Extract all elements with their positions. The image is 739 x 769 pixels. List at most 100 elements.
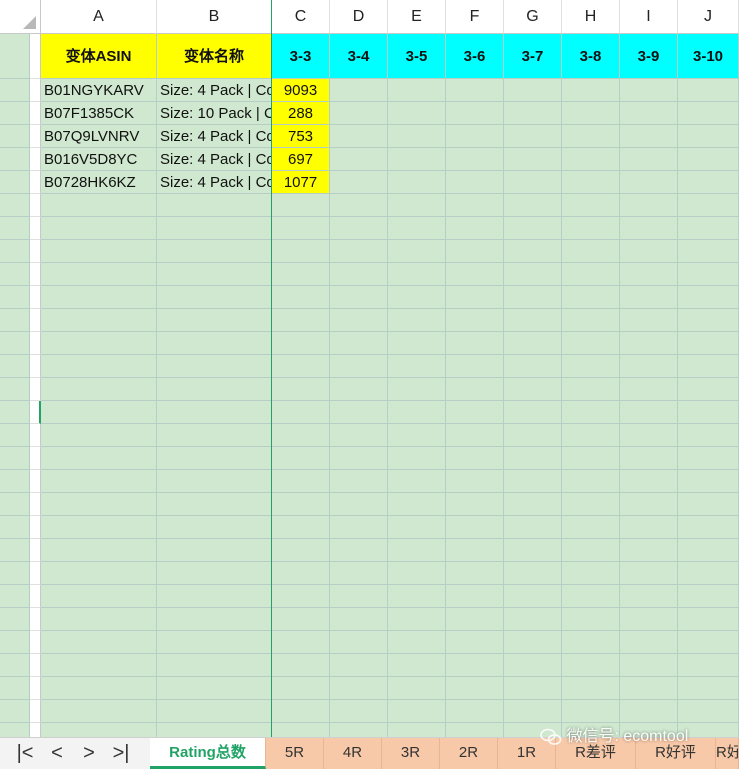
cell[interactable] [41,470,157,493]
variant-name-cell[interactable]: Size: 4 Pack | Color: Blue [157,171,272,194]
cell[interactable] [41,194,157,217]
cell[interactable] [562,332,620,355]
cell[interactable] [330,447,388,470]
spreadsheet-grid[interactable]: ABCDEFGHIJ123456789101112131415161718192… [0,0,739,737]
cell[interactable] [0,493,30,516]
cell[interactable] [0,608,30,631]
column-header-H[interactable]: H [562,0,620,34]
cell[interactable] [157,263,272,286]
cell[interactable] [678,562,739,585]
cell[interactable] [504,309,562,332]
cell[interactable] [41,332,157,355]
cell[interactable] [562,263,620,286]
cell[interactable] [388,194,446,217]
cell[interactable] [620,217,678,240]
cell[interactable] [272,401,330,424]
cell[interactable] [330,355,388,378]
cell[interactable] [157,309,272,332]
cell[interactable] [0,102,30,125]
cell[interactable] [388,378,446,401]
cell[interactable] [446,79,504,102]
cell[interactable] [272,585,330,608]
cell[interactable] [41,539,157,562]
cell[interactable] [504,240,562,263]
cell[interactable] [388,79,446,102]
header-cell[interactable]: 3-4 [330,34,388,79]
cell[interactable] [388,608,446,631]
cell[interactable] [272,493,330,516]
cell[interactable] [0,562,30,585]
cell[interactable] [504,539,562,562]
header-cell[interactable]: 3-3 [272,34,330,79]
cell[interactable] [157,585,272,608]
cell[interactable] [620,263,678,286]
cell[interactable] [41,608,157,631]
cell[interactable] [562,424,620,447]
cell[interactable] [330,677,388,700]
cell[interactable] [0,286,30,309]
cell[interactable] [330,194,388,217]
cell[interactable] [620,194,678,217]
cell[interactable] [388,493,446,516]
cell[interactable] [0,217,30,240]
column-header-I[interactable]: I [620,0,678,34]
column-header-J[interactable]: J [678,0,739,34]
header-cell[interactable]: 3-8 [562,34,620,79]
cell[interactable] [388,470,446,493]
cell[interactable] [620,286,678,309]
cell[interactable] [504,79,562,102]
cell[interactable] [0,34,30,79]
sheet-tab[interactable]: 4R [324,738,382,769]
cell[interactable] [562,309,620,332]
cell[interactable] [41,217,157,240]
cell[interactable] [562,194,620,217]
cell[interactable] [504,148,562,171]
cell[interactable] [620,654,678,677]
column-header-C[interactable]: C [272,0,330,34]
cell[interactable] [446,102,504,125]
cell[interactable] [157,562,272,585]
cell[interactable] [388,286,446,309]
cell[interactable] [562,401,620,424]
cell[interactable] [330,217,388,240]
sheet-tab[interactable]: R好 [716,738,739,769]
cell[interactable] [562,355,620,378]
cell[interactable] [504,332,562,355]
column-header-E[interactable]: E [388,0,446,34]
cell[interactable] [41,723,157,737]
cell[interactable] [330,401,388,424]
cell[interactable] [41,240,157,263]
cell[interactable] [620,447,678,470]
sheet-tab[interactable]: Rating总数 [150,738,266,769]
cell[interactable] [678,217,739,240]
cell[interactable] [504,447,562,470]
rating-count-cell[interactable]: 9093 [272,79,330,102]
cell[interactable] [0,355,30,378]
cell[interactable] [446,562,504,585]
variant-name-cell[interactable]: Size: 10 Pack | Color: Black [157,102,272,125]
cell[interactable] [678,516,739,539]
cell[interactable] [388,102,446,125]
cell[interactable] [620,516,678,539]
cell[interactable] [330,263,388,286]
asin-cell[interactable]: B07F1385CK [41,102,157,125]
cell[interactable] [272,240,330,263]
cell[interactable] [330,700,388,723]
cell[interactable] [562,102,620,125]
cell[interactable] [41,309,157,332]
cell[interactable] [678,309,739,332]
cell[interactable] [388,263,446,286]
cell[interactable] [272,631,330,654]
cell[interactable] [620,309,678,332]
cell[interactable] [388,631,446,654]
cell[interactable] [562,654,620,677]
cell[interactable] [272,286,330,309]
cell[interactable] [678,286,739,309]
cell[interactable] [620,424,678,447]
cell[interactable] [620,378,678,401]
cell[interactable] [41,654,157,677]
cell[interactable] [157,194,272,217]
cell[interactable] [446,677,504,700]
cell[interactable] [330,562,388,585]
cell[interactable] [620,562,678,585]
